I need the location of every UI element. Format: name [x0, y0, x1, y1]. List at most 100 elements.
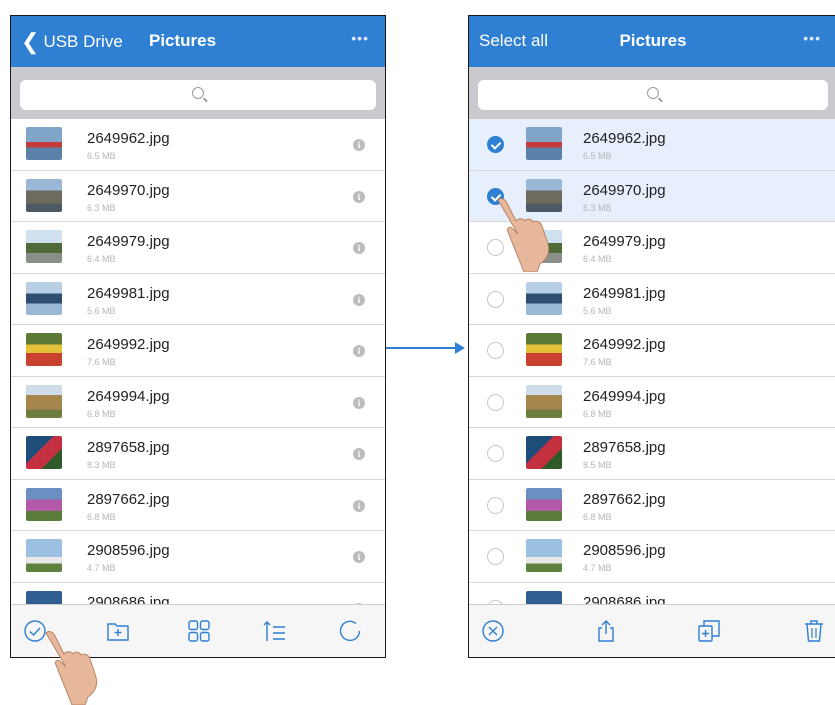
- file-size: 6.3 MB: [87, 202, 116, 213]
- checkbox-icon[interactable]: [487, 548, 504, 565]
- info-icon[interactable]: i: [353, 242, 365, 254]
- file-name: 2649979.jpg: [87, 233, 170, 250]
- checkbox-checked-icon[interactable]: [487, 136, 504, 153]
- search-bar: [11, 67, 385, 119]
- info-icon[interactable]: i: [353, 499, 365, 512]
- thumbnail-image: [526, 590, 562, 605]
- thumbnail-image: [26, 333, 62, 366]
- info-icon[interactable]: i: [353, 190, 365, 203]
- list-item[interactable]: 2649962.jpg 6.5 MB i: [11, 119, 385, 171]
- file-name: 2649981.jpg: [87, 284, 170, 302]
- grid-view-icon[interactable]: [187, 619, 211, 643]
- thumbnail-image: [26, 487, 62, 521]
- file-name: 2649970.jpg: [87, 181, 170, 199]
- list-item[interactable]: 2649981.jpg 5.6 MB: [469, 274, 835, 325]
- list-item[interactable]: 2908596.jpg 4.7 MB i: [11, 531, 385, 583]
- file-name: 2897658.jpg: [583, 439, 666, 456]
- checkbox-icon[interactable]: [487, 496, 504, 514]
- file-name: 2649970.jpg: [583, 181, 666, 199]
- list-item[interactable]: 2897662.jpg 6.8 MB i: [11, 480, 385, 531]
- file-size: 6.8 MB: [583, 408, 612, 419]
- copy-icon[interactable]: [697, 619, 721, 643]
- cancel-icon[interactable]: [481, 619, 505, 643]
- thumbnail-image: [526, 436, 562, 469]
- thumbnail-image: [526, 281, 562, 315]
- thumbnail-image: [526, 333, 562, 366]
- list-item[interactable]: 2908686.jpgi: [11, 583, 385, 605]
- info-icon[interactable]: i: [353, 551, 365, 563]
- file-list: 2649962.jpg 6.5 MB i 2649970.jpg 6.3 MB i 2649…: [11, 119, 385, 605]
- info-icon[interactable]: i: [353, 448, 365, 460]
- checkbox-icon[interactable]: [487, 445, 504, 462]
- file-size: 4.7 MB: [87, 563, 116, 573]
- file-name: 2649981.jpg: [583, 284, 666, 302]
- list-item[interactable]: 2649962.jpg 6.5 MB: [469, 119, 835, 171]
- list-item[interactable]: 2649994.jpg 6.8 MB i: [11, 377, 385, 428]
- refresh-icon[interactable]: [338, 619, 362, 643]
- file-name: 2908596.jpg: [87, 542, 170, 559]
- sort-icon[interactable]: [263, 619, 287, 643]
- file-size: 7.6 MB: [87, 357, 116, 367]
- file-size: 6.8 MB: [87, 511, 116, 522]
- back-button[interactable]: ❮ USB Drive: [21, 31, 123, 53]
- file-size: 8.3 MB: [87, 460, 116, 470]
- more-icon[interactable]: •••: [351, 30, 369, 46]
- info-icon[interactable]: i: [353, 396, 365, 409]
- list-item[interactable]: 2897662.jpg 6.8 MB: [469, 480, 835, 531]
- pointing-hand-icon: [45, 631, 98, 705]
- file-name: 2649992.jpg: [583, 336, 666, 353]
- thumbnail-image: [26, 281, 62, 315]
- list-item[interactable]: 2897658.jpg 8.3 MB i: [11, 428, 385, 480]
- list-item[interactable]: 2649992.jpg 7.6 MB i: [11, 325, 385, 377]
- thumbnail-image: [26, 590, 62, 605]
- thumbnail-image: [26, 230, 62, 263]
- trash-icon[interactable]: [802, 619, 826, 643]
- file-name: 2649992.jpg: [87, 336, 170, 353]
- file-name: 2897662.jpg: [87, 490, 170, 508]
- new-folder-icon[interactable]: [106, 619, 130, 643]
- file-name: 2897662.jpg: [583, 490, 666, 508]
- info-icon[interactable]: i: [353, 345, 365, 357]
- file-name: 2908596.jpg: [583, 542, 666, 559]
- list-item[interactable]: 2649970.jpg 6.3 MB i: [11, 171, 385, 222]
- checkbox-icon[interactable]: [487, 290, 504, 308]
- file-name: 2649979.jpg: [583, 233, 666, 250]
- thumbnail-image: [26, 539, 62, 572]
- file-size: 6.5 MB: [87, 151, 116, 161]
- nav-bar: ❮ USB Drive Pictures •••: [11, 16, 385, 67]
- file-name: 2897658.jpg: [87, 439, 170, 456]
- search-icon: [647, 87, 659, 99]
- page-title: Pictures: [619, 31, 687, 50]
- thumbnail-image: [26, 436, 62, 469]
- list-item[interactable]: 2908596.jpg 4.7 MB: [469, 531, 835, 583]
- left-screen: ❮ USB Drive Pictures ••• 2649962.jpg 6.5 …: [10, 15, 386, 658]
- back-label: USB Drive: [43, 32, 123, 51]
- list-item[interactable]: 2649992.jpg 7.6 MB: [469, 325, 835, 377]
- file-size: 6.3 MB: [583, 202, 612, 213]
- list-item[interactable]: 2897658.jpg 8.5 MB: [469, 428, 835, 480]
- thumbnail-image: [526, 539, 562, 572]
- file-size: 5.6 MB: [87, 305, 116, 316]
- share-icon[interactable]: [594, 619, 618, 643]
- file-name: 2649962.jpg: [583, 130, 666, 147]
- file-size: 7.6 MB: [583, 357, 612, 367]
- list-item[interactable]: 2908686.jpg: [469, 583, 835, 605]
- transition-arrow-head: [455, 342, 465, 354]
- thumbnail-image: [526, 384, 562, 418]
- checkbox-icon[interactable]: [487, 342, 504, 359]
- file-size: 6.4 MB: [87, 254, 116, 264]
- info-icon[interactable]: i: [353, 139, 365, 151]
- list-item[interactable]: 2649994.jpg 6.8 MB: [469, 377, 835, 428]
- more-icon[interactable]: •••: [803, 30, 821, 46]
- file-size: 6.5 MB: [583, 151, 612, 161]
- chevron-left-icon: ❮: [21, 29, 40, 54]
- list-item[interactable]: 2649981.jpg 5.6 MB i: [11, 274, 385, 325]
- checkbox-icon[interactable]: [487, 393, 504, 411]
- info-icon[interactable]: i: [353, 293, 365, 306]
- thumbnail-image: [26, 127, 62, 160]
- thumbnail-image: [26, 384, 62, 418]
- bottom-toolbar: [469, 604, 835, 657]
- list-item[interactable]: 2649979.jpg 6.4 MB i: [11, 222, 385, 274]
- pointing-hand-icon: [497, 198, 550, 272]
- transition-arrow-line: [386, 347, 456, 349]
